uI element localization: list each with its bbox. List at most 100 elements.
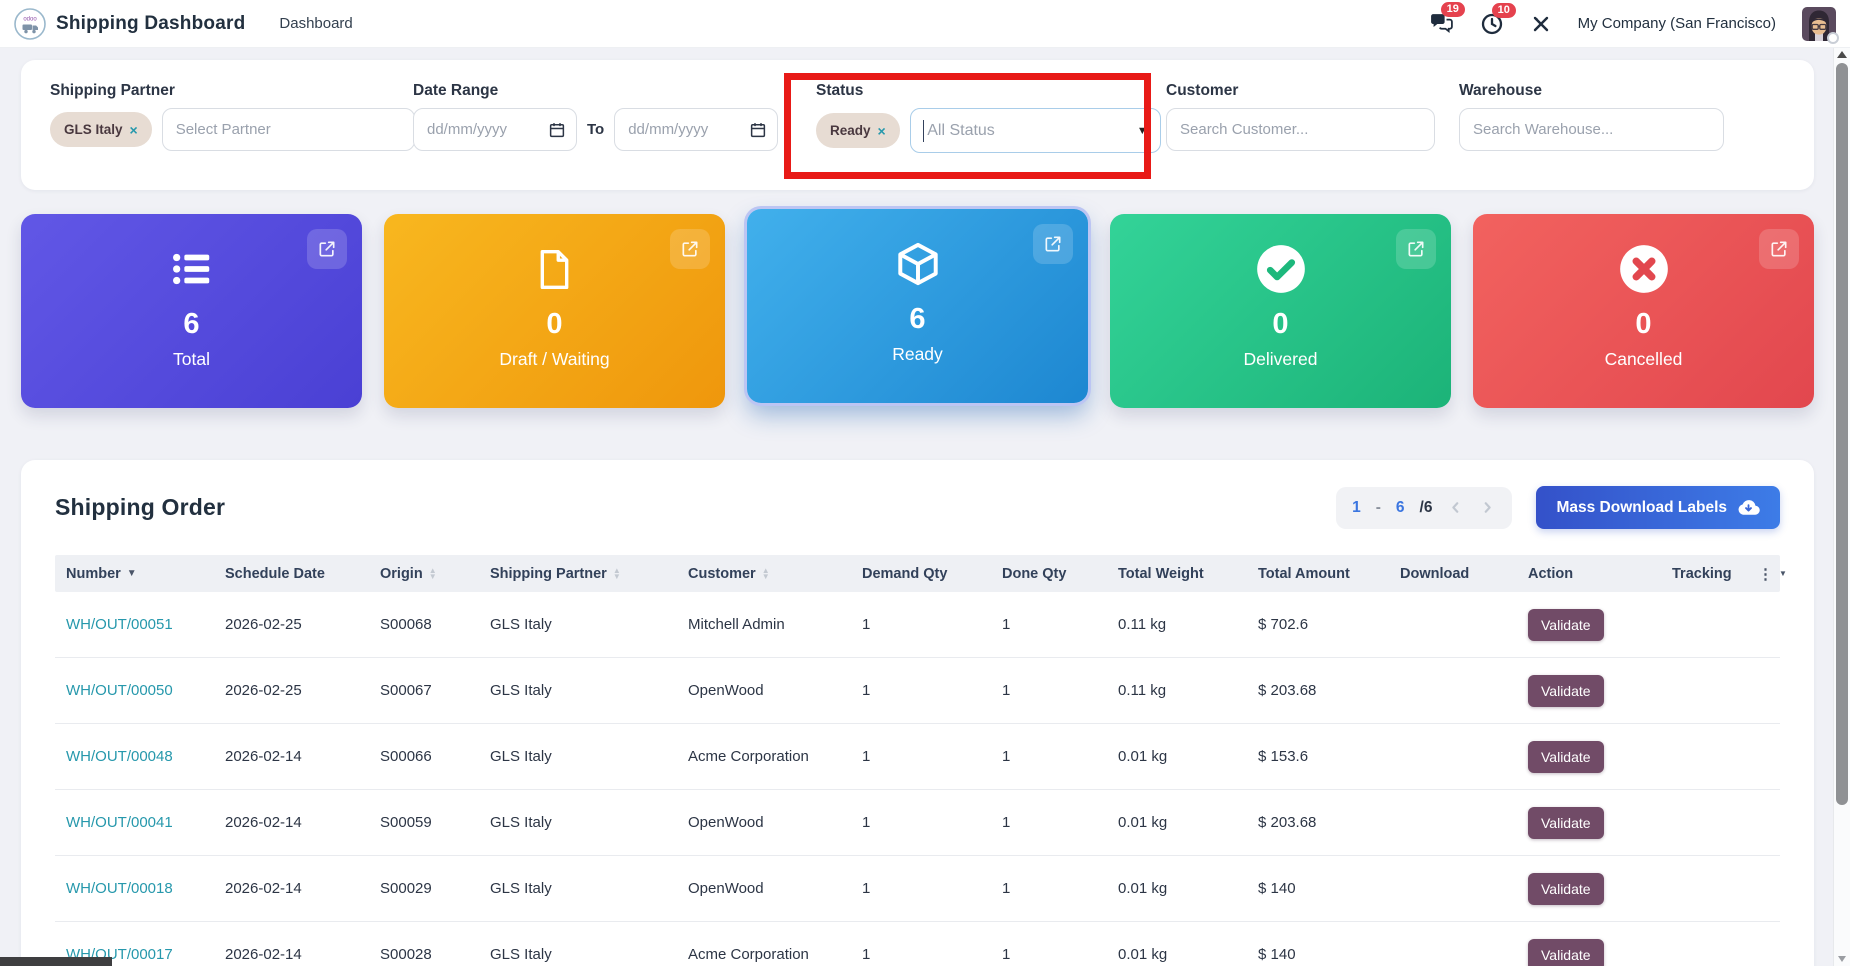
text-cursor [923, 120, 925, 142]
user-avatar[interactable] [1802, 7, 1836, 41]
sort-icon: ▲▼ [613, 568, 621, 580]
warehouse-search-input[interactable] [1459, 108, 1724, 151]
column-options-button[interactable]: ⋮▼ [1747, 565, 1793, 583]
col-total-amount[interactable]: Total Amount [1247, 566, 1389, 582]
order-number-link[interactable]: WH/OUT/00048 [66, 748, 173, 765]
col-total-weight[interactable]: Total Weight [1107, 566, 1247, 582]
presence-indicator [1827, 32, 1839, 44]
date-from-field[interactable] [413, 108, 577, 151]
col-demand-qty[interactable]: Demand Qty [851, 566, 991, 582]
crossed-tools-icon [1530, 13, 1552, 35]
mass-download-labels-button[interactable]: Mass Download Labels [1536, 486, 1780, 529]
delivered-count: 0 [1110, 308, 1451, 341]
date-to-field[interactable] [614, 108, 778, 151]
page-total: /6 [1420, 499, 1433, 517]
open-cancelled-button[interactable] [1759, 229, 1799, 269]
col-schedule-date[interactable]: Schedule Date [214, 566, 369, 582]
table-row: WH/OUT/00050 2026-02-25 S00067 GLS Italy… [55, 658, 1780, 724]
table-row: WH/OUT/00017 2026-02-14 S00028 GLS Italy… [55, 922, 1780, 966]
sort-icon: ▲▼ [429, 568, 437, 580]
date-range-label: Date Range [413, 82, 498, 100]
external-link-icon [1769, 239, 1789, 259]
page-start[interactable]: 1 [1352, 499, 1361, 517]
external-link-icon [680, 239, 700, 259]
order-number-link[interactable]: WH/OUT/00050 [66, 682, 173, 699]
file-icon [532, 247, 577, 292]
open-total-button[interactable] [307, 229, 347, 269]
messages-button[interactable]: 19 [1429, 11, 1454, 36]
svg-text:odoo: odoo [23, 16, 37, 22]
activities-button[interactable]: 10 [1480, 12, 1504, 36]
validate-button[interactable]: Validate [1528, 873, 1604, 905]
external-link-icon [317, 239, 337, 259]
company-switcher[interactable]: My Company (San Francisco) [1578, 15, 1776, 32]
tools-button[interactable] [1530, 13, 1552, 35]
date-to-input[interactable] [614, 108, 778, 151]
status-select[interactable]: All Status ▼ [910, 108, 1161, 153]
customer-search-input[interactable] [1166, 108, 1435, 151]
status-tag[interactable]: Ready × [816, 113, 900, 148]
page-end[interactable]: 6 [1396, 499, 1405, 517]
date-from-input[interactable] [413, 108, 577, 151]
card-draft-waiting[interactable]: 0 Draft / Waiting [384, 214, 725, 408]
vertical-scrollbar[interactable] [1833, 48, 1850, 966]
table-row: WH/OUT/00048 2026-02-14 S00066 GLS Italy… [55, 724, 1780, 790]
validate-button[interactable]: Validate [1528, 675, 1604, 707]
status-label: Status [816, 82, 863, 100]
sort-icon: ▲▼ [762, 568, 770, 580]
menu-dashboard[interactable]: Dashboard [279, 15, 352, 32]
messages-badge: 19 [1441, 2, 1465, 17]
validate-button[interactable]: Validate [1528, 609, 1604, 641]
orders-title: Shipping Order [55, 494, 225, 521]
shipping-partner-label: Shipping Partner [50, 82, 175, 100]
card-delivered[interactable]: 0 Delivered [1110, 214, 1451, 408]
card-total[interactable]: 6 Total [21, 214, 362, 408]
customer-label: Customer [1166, 82, 1238, 100]
shipping-partner-tag[interactable]: GLS Italy × [50, 112, 152, 147]
col-customer[interactable]: Customer▲▼ [677, 566, 851, 582]
col-number[interactable]: Number▼ [55, 566, 214, 582]
validate-button[interactable]: Validate [1528, 807, 1604, 839]
kebab-icon: ⋮ [1758, 565, 1773, 583]
col-done-qty[interactable]: Done Qty [991, 566, 1107, 582]
order-number-link[interactable]: WH/OUT/00018 [66, 880, 173, 897]
chevron-down-icon: ▼ [1137, 125, 1148, 137]
prev-page-button[interactable] [1447, 499, 1464, 516]
card-ready-selected[interactable]: 6 Ready [747, 209, 1088, 403]
check-circle-icon [1255, 243, 1307, 295]
top-bar: odoo Shipping Dashboard Dashboard 19 10 [0, 0, 1850, 48]
sort-desc-icon: ▼ [127, 568, 137, 579]
col-tracking: Tracking [1661, 566, 1747, 582]
order-number-link[interactable]: WH/OUT/00041 [66, 814, 173, 831]
card-cancelled[interactable]: 0 Cancelled [1473, 214, 1814, 408]
page-separator: - [1376, 499, 1381, 517]
external-link-icon [1043, 234, 1063, 254]
scroll-down-arrow-icon[interactable] [1838, 956, 1846, 962]
activities-badge: 10 [1492, 3, 1516, 18]
remove-tag-icon[interactable]: × [878, 123, 886, 139]
pagination: 1 - 6 /6 [1336, 487, 1512, 529]
next-page-button[interactable] [1479, 499, 1496, 516]
col-origin[interactable]: Origin▲▼ [369, 566, 479, 582]
scroll-up-arrow-icon[interactable] [1837, 51, 1847, 58]
table-header: Number▼ Schedule Date Origin▲▼ Shipping … [55, 555, 1780, 592]
app-title: Shipping Dashboard [56, 13, 245, 35]
external-link-icon [1406, 239, 1426, 259]
col-shipping-partner[interactable]: Shipping Partner▲▼ [479, 566, 677, 582]
warehouse-label: Warehouse [1459, 82, 1542, 100]
open-delivered-button[interactable] [1396, 229, 1436, 269]
remove-tag-icon[interactable]: × [130, 122, 138, 138]
list-icon [169, 246, 215, 292]
open-draft-button[interactable] [670, 229, 710, 269]
order-number-link[interactable]: WH/OUT/00051 [66, 616, 173, 633]
validate-button[interactable]: Validate [1528, 939, 1604, 966]
delivered-label: Delivered [1110, 349, 1451, 370]
shipping-orders-panel: Shipping Order 1 - 6 /6 Mass Download La… [21, 460, 1814, 966]
open-ready-button[interactable] [1033, 224, 1073, 264]
validate-button[interactable]: Validate [1528, 741, 1604, 773]
draft-label: Draft / Waiting [384, 349, 725, 370]
cloud-download-icon [1737, 496, 1760, 519]
scrollbar-thumb[interactable] [1836, 63, 1848, 805]
shipping-partner-input[interactable] [162, 108, 415, 151]
chevron-left-icon [1447, 499, 1464, 516]
